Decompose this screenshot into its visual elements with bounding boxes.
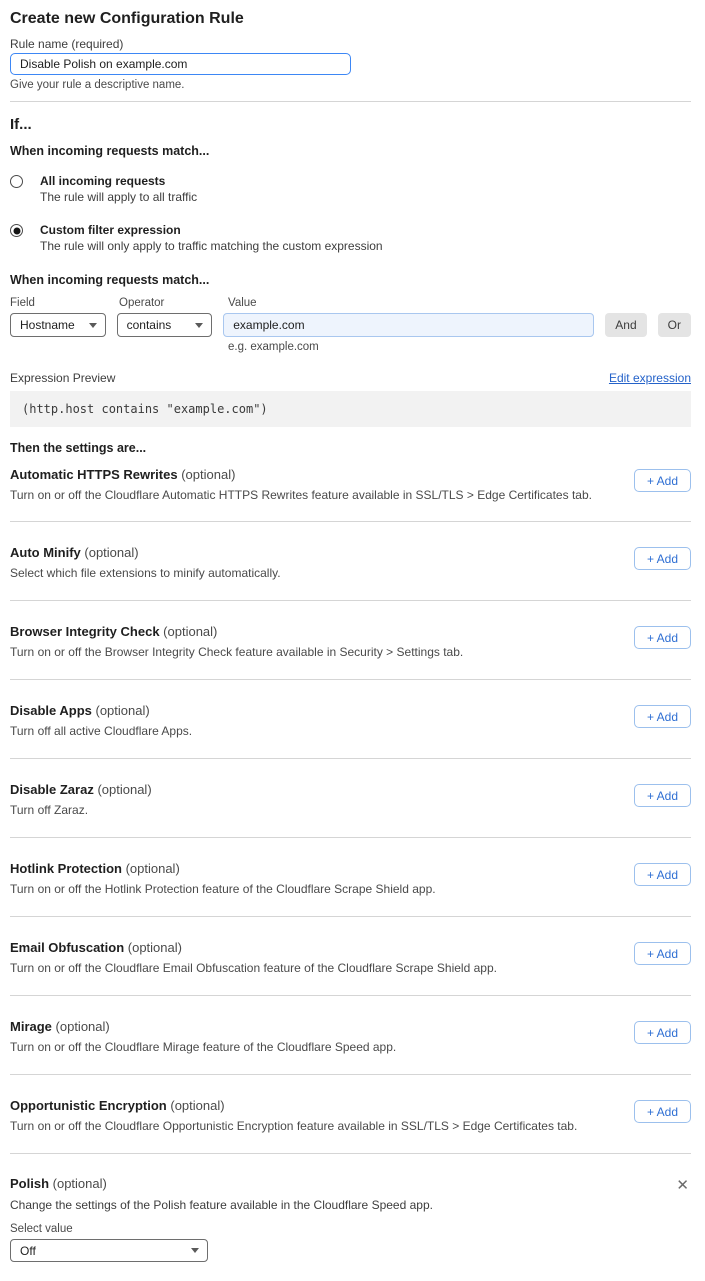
expression-builder-heading: When incoming requests match... bbox=[10, 273, 691, 288]
section-divider bbox=[10, 101, 691, 102]
setting-optional-tag: (optional) bbox=[163, 624, 217, 639]
or-button[interactable]: Or bbox=[658, 313, 691, 337]
setting-title: Automatic HTTPS Rewrites bbox=[10, 467, 178, 482]
setting-optional-tag: (optional) bbox=[97, 782, 151, 797]
close-icon[interactable]: ✕ bbox=[676, 1178, 689, 1193]
rule-name-label: Rule name (required) bbox=[10, 37, 691, 52]
polish-select-value: Off bbox=[20, 1244, 36, 1258]
setting-title: Auto Minify bbox=[10, 545, 81, 560]
and-button[interactable]: And bbox=[605, 313, 646, 337]
setting-title: Browser Integrity Check bbox=[10, 624, 160, 639]
setting-description: Turn off all active Cloudflare Apps. bbox=[10, 724, 192, 739]
expression-builder-labels: Field Operator Value bbox=[10, 296, 691, 310]
add-button[interactable]: + Add bbox=[634, 1021, 691, 1044]
setting-title: Disable Apps bbox=[10, 703, 92, 718]
edit-expression-link[interactable]: Edit expression bbox=[609, 371, 691, 385]
setting-description: Change the settings of the Polish featur… bbox=[10, 1198, 691, 1213]
setting-optional-tag: (optional) bbox=[96, 703, 150, 718]
radio-option-all-incoming-requests[interactable]: All incoming requests The rule will appl… bbox=[10, 174, 691, 205]
expression-builder-row: Hostname contains And Or bbox=[10, 313, 691, 337]
page-title: Create new Configuration Rule bbox=[10, 9, 691, 28]
field-select-value: Hostname bbox=[20, 318, 75, 332]
create-configuration-rule-page: Create new Configuration Rule Rule name … bbox=[0, 9, 705, 1262]
radio-option-label: Custom filter expression bbox=[40, 223, 383, 238]
radio-option-description: The rule will apply to all traffic bbox=[40, 190, 197, 205]
add-button[interactable]: + Add bbox=[634, 863, 691, 886]
operator-select[interactable]: contains bbox=[117, 313, 213, 337]
add-button[interactable]: + Add bbox=[634, 705, 691, 728]
setting-title: Hotlink Protection bbox=[10, 861, 122, 876]
operator-select-value: contains bbox=[127, 318, 172, 332]
radio-option-label: All incoming requests bbox=[40, 174, 197, 189]
polish-value-select[interactable]: Off bbox=[10, 1239, 208, 1262]
field-label: Field bbox=[10, 296, 119, 310]
setting-description: Turn on or off the Browser Integrity Che… bbox=[10, 645, 463, 660]
setting-row-automatic-https-rewrites: Automatic HTTPS Rewrites (optional) Turn… bbox=[10, 456, 691, 522]
setting-row-mirage: Mirage (optional) Turn on or off the Clo… bbox=[10, 996, 691, 1075]
then-settings-heading: Then the settings are... bbox=[10, 441, 691, 456]
setting-row-disable-apps: Disable Apps (optional) Turn off all act… bbox=[10, 680, 691, 759]
field-select[interactable]: Hostname bbox=[10, 313, 106, 337]
setting-description: Turn on or off the Hotlink Protection fe… bbox=[10, 882, 436, 897]
expression-preview-code: (http.host contains "example.com") bbox=[10, 391, 691, 427]
setting-description: Select which file extensions to minify a… bbox=[10, 566, 281, 581]
radio-option-custom-filter-expression[interactable]: Custom filter expression The rule will o… bbox=[10, 223, 691, 254]
add-button[interactable]: + Add bbox=[634, 942, 691, 965]
setting-title: Email Obfuscation bbox=[10, 940, 124, 955]
value-label: Value bbox=[228, 296, 257, 310]
setting-description: Turn on or off the Cloudflare Opportunis… bbox=[10, 1119, 577, 1134]
expression-preview-row: Expression Preview Edit expression bbox=[10, 371, 691, 386]
setting-row-auto-minify: Auto Minify (optional) Select which file… bbox=[10, 522, 691, 601]
add-button[interactable]: + Add bbox=[634, 469, 691, 492]
expression-preview-label: Expression Preview bbox=[10, 371, 115, 386]
value-hint: e.g. example.com bbox=[228, 340, 691, 354]
setting-description: Turn off Zaraz. bbox=[10, 803, 152, 818]
chevron-down-icon bbox=[195, 323, 203, 328]
setting-row-email-obfuscation: Email Obfuscation (optional) Turn on or … bbox=[10, 917, 691, 996]
setting-title: Disable Zaraz bbox=[10, 782, 94, 797]
rule-name-input[interactable] bbox=[10, 53, 351, 75]
radio-icon-selected[interactable] bbox=[10, 224, 23, 237]
chevron-down-icon bbox=[89, 323, 97, 328]
match-subheading: When incoming requests match... bbox=[10, 144, 691, 159]
setting-row-opportunistic-encryption: Opportunistic Encryption (optional) Turn… bbox=[10, 1075, 691, 1154]
setting-section-polish: Polish (optional) ✕ Change the settings … bbox=[10, 1154, 691, 1262]
setting-title: Opportunistic Encryption bbox=[10, 1098, 167, 1113]
radio-icon[interactable] bbox=[10, 175, 23, 188]
add-button[interactable]: + Add bbox=[634, 626, 691, 649]
rule-name-helper: Give your rule a descriptive name. bbox=[10, 78, 691, 92]
setting-description: Turn on or off the Cloudflare Automatic … bbox=[10, 488, 592, 503]
radio-option-description: The rule will only apply to traffic matc… bbox=[40, 239, 383, 254]
setting-optional-tag: (optional) bbox=[56, 1019, 110, 1034]
setting-optional-tag: (optional) bbox=[53, 1176, 107, 1191]
setting-optional-tag: (optional) bbox=[170, 1098, 224, 1113]
setting-row-disable-zaraz: Disable Zaraz (optional) Turn off Zaraz.… bbox=[10, 759, 691, 838]
setting-optional-tag: (optional) bbox=[84, 545, 138, 560]
if-heading: If... bbox=[10, 115, 691, 134]
setting-optional-tag: (optional) bbox=[126, 861, 180, 876]
settings-list: Automatic HTTPS Rewrites (optional) Turn… bbox=[10, 456, 691, 1154]
setting-row-hotlink-protection: Hotlink Protection (optional) Turn on or… bbox=[10, 838, 691, 917]
add-button[interactable]: + Add bbox=[634, 1100, 691, 1123]
chevron-down-icon bbox=[191, 1248, 199, 1253]
value-input[interactable] bbox=[223, 313, 594, 337]
select-value-label: Select value bbox=[10, 1222, 691, 1236]
setting-optional-tag: (optional) bbox=[128, 940, 182, 955]
setting-title: Polish bbox=[10, 1176, 49, 1191]
setting-row-browser-integrity-check: Browser Integrity Check (optional) Turn … bbox=[10, 601, 691, 680]
setting-description: Turn on or off the Cloudflare Email Obfu… bbox=[10, 961, 497, 976]
operator-label: Operator bbox=[119, 296, 228, 310]
setting-description: Turn on or off the Cloudflare Mirage fea… bbox=[10, 1040, 396, 1055]
setting-optional-tag: (optional) bbox=[181, 467, 235, 482]
add-button[interactable]: + Add bbox=[634, 784, 691, 807]
setting-title: Mirage bbox=[10, 1019, 52, 1034]
add-button[interactable]: + Add bbox=[634, 547, 691, 570]
